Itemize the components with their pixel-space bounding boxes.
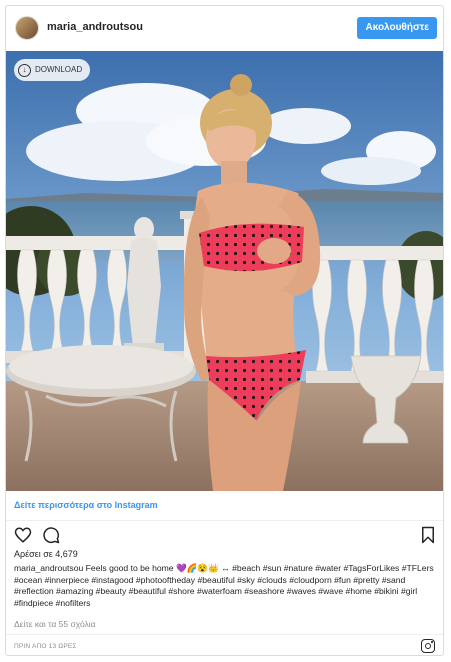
likes-count[interactable]: Αρέσει σε 4,679 xyxy=(14,549,78,559)
post-footer: ΠΡΙΝ ΑΠΟ 13 ΩΡΕΣ xyxy=(6,634,443,655)
see-more-bar: Δείτε περισσότερα στο Instagram xyxy=(6,491,443,521)
caption-username[interactable]: maria_androutsou xyxy=(14,563,83,573)
timestamp[interactable]: ΠΡΙΝ ΑΠΟ 13 ΩΡΕΣ xyxy=(14,643,77,650)
download-label: DOWNLOAD xyxy=(35,65,83,74)
comment-icon[interactable] xyxy=(42,526,60,544)
instagram-embed-card: maria_androutsou Ακολουθήστε ↓ DOWNLOAD … xyxy=(5,5,444,656)
bookmark-icon[interactable] xyxy=(419,526,437,544)
follow-button[interactable]: Ακολουθήστε xyxy=(357,17,437,39)
see-more-link[interactable]: Δείτε περισσότερα στο Instagram xyxy=(14,500,158,510)
post-photo[interactable]: ↓ DOWNLOAD xyxy=(6,51,443,491)
instagram-icon[interactable] xyxy=(421,639,435,653)
download-button[interactable]: ↓ DOWNLOAD xyxy=(14,59,91,81)
photo-illustration xyxy=(6,51,443,491)
username[interactable]: maria_androutsou xyxy=(47,21,143,33)
caption: maria_androutsou Feels good to be home 💜… xyxy=(14,563,439,609)
view-comments-link[interactable]: Δείτε και τα 55 σχόλια xyxy=(14,619,96,629)
post-header: maria_androutsou Ακολουθήστε xyxy=(6,6,443,50)
download-icon: ↓ xyxy=(18,63,31,77)
avatar[interactable] xyxy=(15,16,39,40)
heart-icon[interactable] xyxy=(14,526,32,544)
action-bar xyxy=(12,526,437,546)
